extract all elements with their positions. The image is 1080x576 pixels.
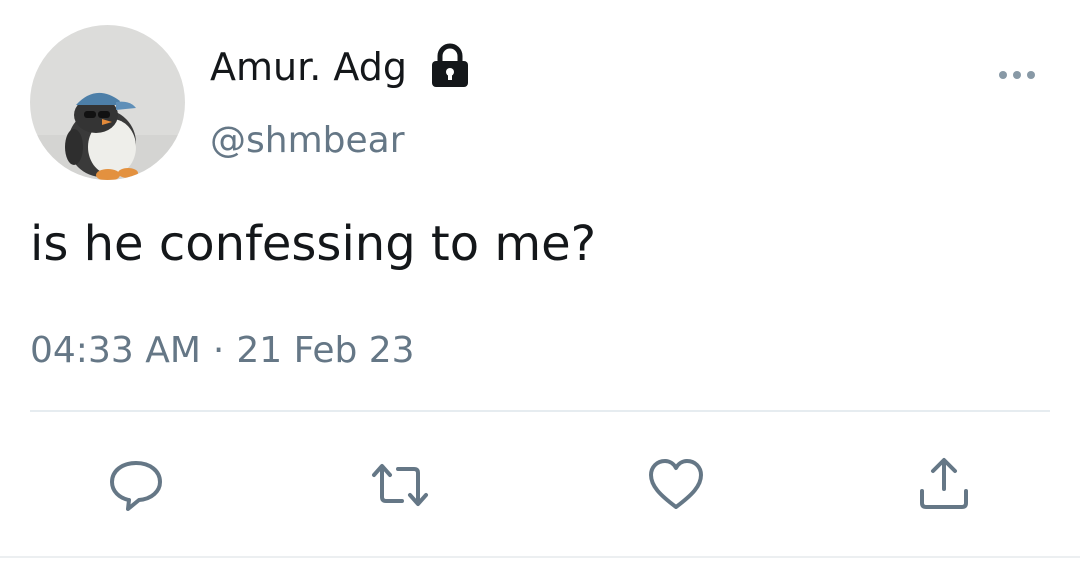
tweet-time: 04:33 AM [30,330,201,371]
timestamp-separator: · [212,330,225,371]
share-button[interactable] [914,455,974,515]
divider [30,410,1050,412]
tweet-date: 21 Feb 23 [236,330,415,371]
reply-button[interactable] [106,455,166,515]
retweet-button[interactable] [370,455,430,515]
display-name[interactable]: Amur. Adg [210,40,407,94]
lock-icon [428,42,472,88]
heart-icon [649,459,703,509]
retweet-icon [372,464,428,506]
avatar[interactable] [30,25,185,180]
reply-icon [110,461,162,511]
more-horizontal-icon[interactable] [992,60,1042,90]
share-icon [920,458,968,509]
tweet-text: is he confessing to me? [30,216,597,272]
user-handle[interactable]: @shmbear [210,116,405,166]
tweet-timestamp[interactable]: 04:33 AM · 21 Feb 23 [30,326,415,376]
bottom-divider [0,556,1080,558]
tweet-card: Amur. Adg @shmbear is he confessing to m… [0,0,1080,576]
like-button[interactable] [646,455,706,515]
